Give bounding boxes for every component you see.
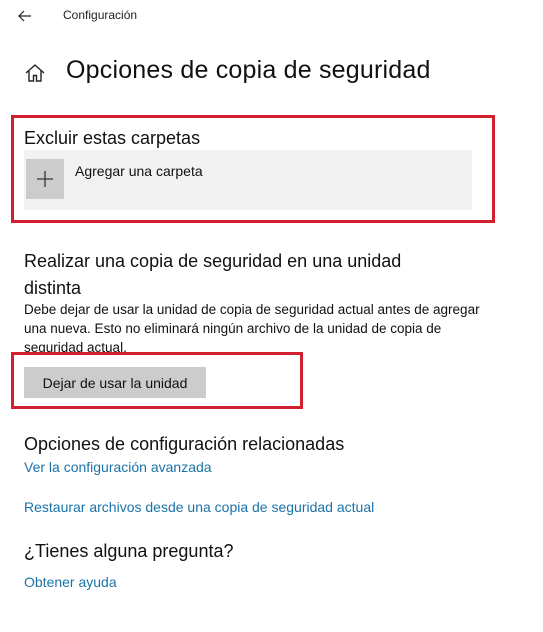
settings-page: Configuración Opciones de copia de segur… xyxy=(0,0,543,632)
different-drive-heading: Realizar una copia de seguridad en una u… xyxy=(24,251,402,298)
question-heading: ¿Tienes alguna pregunta? xyxy=(24,541,234,561)
back-button[interactable] xyxy=(12,6,38,26)
related-settings-heading: Opciones de configuración relacionadas xyxy=(24,434,345,454)
get-help-link[interactable]: Obtener ayuda xyxy=(24,574,117,590)
app-title: Configuración xyxy=(63,8,138,22)
stop-using-drive-button[interactable]: Dejar de usar la unidad xyxy=(24,367,206,398)
restore-files-link[interactable]: Restaurar archivos desde una copia de se… xyxy=(24,499,374,515)
add-folder-button[interactable]: Agregar una carpeta xyxy=(24,150,472,210)
add-folder-label: Agregar una carpeta xyxy=(75,163,203,179)
back-arrow-icon xyxy=(18,10,31,22)
plus-icon xyxy=(37,171,53,187)
exclude-folders-heading: Excluir estas carpetas xyxy=(24,128,201,148)
title-bar: Configuración xyxy=(0,0,543,32)
home-icon[interactable] xyxy=(24,62,46,84)
page-title: Opciones de copia de seguridad xyxy=(66,56,431,84)
different-drive-description: Debe dejar de usar la unidad de copia de… xyxy=(24,302,480,352)
advanced-settings-link[interactable]: Ver la configuración avanzada xyxy=(24,459,212,475)
plus-icon-box xyxy=(26,159,64,199)
